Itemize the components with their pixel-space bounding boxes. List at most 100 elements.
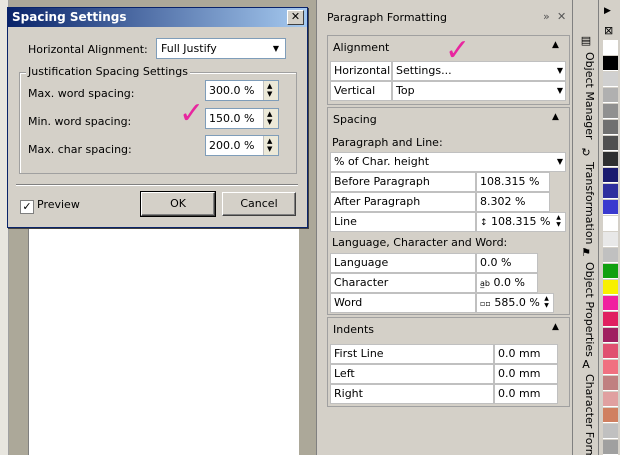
vertical-select[interactable]: Top ▼ <box>392 81 566 101</box>
chevron-down-icon[interactable]: ▼ <box>557 153 563 171</box>
double-chevron-icon[interactable]: » <box>543 10 550 23</box>
min-word-spacing-stepper[interactable]: ▲ ▼ <box>263 109 278 128</box>
color-swatch[interactable] <box>603 312 618 327</box>
annotation-check-icon: ✓ <box>445 33 471 68</box>
panel-title: Paragraph Formatting <box>327 11 447 24</box>
collapse-icon[interactable]: ▲ <box>552 40 559 50</box>
dialog-title: Spacing Settings <box>12 10 127 24</box>
annotation-check-icon: ✓ <box>179 96 205 131</box>
max-char-spacing-input[interactable]: 200.0 % ▲ ▼ <box>205 135 279 156</box>
line-input[interactable]: ↕ 108.315 % ▲ ▼ <box>476 212 566 232</box>
chevron-down-icon[interactable]: ▼ <box>268 40 284 57</box>
paragraph-formatting-docker: Paragraph Formatting » ✕ Alignment ▲ Hor… <box>316 0 573 455</box>
collapse-icon[interactable]: ▲ <box>552 112 559 122</box>
chevron-down-icon[interactable]: ▼ <box>557 82 563 100</box>
before-paragraph-input[interactable]: 108.315 % <box>476 172 550 192</box>
spacing-unit-select[interactable]: % of Char. height ▼ <box>330 152 566 172</box>
ok-button[interactable]: OK <box>140 191 216 217</box>
after-paragraph-label: After Paragraph <box>330 192 476 212</box>
color-swatch[interactable] <box>603 296 618 311</box>
character-spacing-icon: a̲b <box>480 279 490 288</box>
line-label: Line <box>330 212 476 232</box>
paragraph-line-label: Paragraph and Line: <box>332 136 443 149</box>
before-paragraph-label: Before Paragraph <box>330 172 476 192</box>
color-swatch[interactable] <box>603 360 618 375</box>
color-swatch[interactable] <box>603 72 618 87</box>
color-swatch[interactable] <box>603 424 618 439</box>
character-value: 0.0 % <box>493 276 525 289</box>
color-swatch[interactable] <box>603 136 618 151</box>
indents-header[interactable]: Indents ▲ <box>328 318 569 340</box>
color-swatch[interactable] <box>603 56 618 71</box>
justification-group-title: Justification Spacing Settings <box>26 65 190 78</box>
color-swatch[interactable] <box>603 184 618 199</box>
document-page <box>28 226 299 455</box>
word-spacing-icon: ▫▫ <box>480 299 491 308</box>
dialog-divider <box>16 184 298 186</box>
after-paragraph-input[interactable]: 8.302 % <box>476 192 550 212</box>
max-word-spacing-stepper[interactable]: ▲ ▼ <box>263 81 278 100</box>
color-swatch[interactable] <box>603 120 618 135</box>
first-line-value: 0.0 mm <box>498 347 541 360</box>
line-stepper[interactable]: ▲ ▼ <box>553 214 564 230</box>
close-icon[interactable]: ✕ <box>287 10 304 25</box>
word-input[interactable]: ▫▫ 585.0 % ▲ ▼ <box>476 293 554 313</box>
color-swatch[interactable] <box>603 408 618 423</box>
left-indent-label: Left <box>330 364 494 384</box>
docker-tabs: ▤ Object Manager ↻ Transformation ⚑ Obje… <box>572 0 599 455</box>
color-swatch[interactable] <box>603 344 618 359</box>
horizontal-alignment-value: Full Justify <box>161 42 217 55</box>
color-swatch[interactable] <box>603 248 618 263</box>
tab-character-formatting[interactable]: Character Formatting <box>576 374 596 455</box>
first-line-input[interactable]: 0.0 mm <box>494 344 558 364</box>
word-label: Word <box>330 293 476 313</box>
color-swatch[interactable] <box>603 40 618 55</box>
palette-scroll-up-icon[interactable]: ▶ <box>604 6 611 16</box>
first-line-label: First Line <box>330 344 494 364</box>
max-word-spacing-input[interactable]: 300.0 % ▲ ▼ <box>205 80 279 101</box>
line-spacing-icon: ↕ <box>480 218 488 228</box>
color-swatch[interactable] <box>603 392 618 407</box>
color-swatch[interactable] <box>603 152 618 167</box>
left-indent-input[interactable]: 0.0 mm <box>494 364 558 384</box>
dialog-title-bar[interactable]: Spacing Settings ✕ <box>8 8 307 27</box>
tab-object-properties[interactable]: Object Properties <box>576 262 596 357</box>
tab-object-manager[interactable]: Object Manager <box>576 52 596 140</box>
color-swatch[interactable] <box>603 88 618 103</box>
min-word-spacing-input[interactable]: 150.0 % ▲ ▼ <box>205 108 279 129</box>
cancel-button[interactable]: Cancel <box>222 192 296 216</box>
indents-header-label: Indents <box>333 323 374 336</box>
language-char-word-label: Language, Character and Word: <box>332 236 508 249</box>
collapse-icon[interactable]: ▲ <box>552 322 559 332</box>
color-swatch[interactable] <box>603 440 618 455</box>
preview-checkbox[interactable]: ✓ <box>20 200 34 214</box>
character-input[interactable]: a̲b 0.0 % <box>476 273 538 293</box>
color-swatch[interactable] <box>603 376 618 391</box>
horizontal-alignment-select[interactable]: Full Justify ▼ <box>156 38 286 59</box>
color-swatch[interactable] <box>603 200 618 215</box>
no-color-icon[interactable]: ⊠ <box>604 24 613 37</box>
horizontal-label: Horizontal <box>330 61 392 81</box>
close-icon[interactable]: ✕ <box>557 10 566 23</box>
max-char-spacing-stepper[interactable]: ▲ ▼ <box>263 136 278 155</box>
color-swatch[interactable] <box>603 280 618 295</box>
color-swatch[interactable] <box>603 328 618 343</box>
spacing-unit-value: % of Char. height <box>334 155 430 168</box>
color-swatch[interactable] <box>603 264 618 279</box>
color-swatch[interactable] <box>603 216 618 231</box>
language-input[interactable]: 0.0 % <box>476 253 538 273</box>
chevron-down-icon[interactable]: ▼ <box>557 62 563 80</box>
spacing-header[interactable]: Spacing ▲ <box>328 108 569 130</box>
color-palette: ▶ ⊠ <box>598 0 620 455</box>
language-label: Language <box>330 253 476 273</box>
max-char-spacing-value: 200.0 % <box>209 139 255 152</box>
word-stepper[interactable]: ▲ ▼ <box>541 295 552 311</box>
horizontal-select[interactable]: Settings... ▼ <box>392 61 566 81</box>
color-swatch[interactable] <box>603 104 618 119</box>
color-swatch[interactable] <box>603 232 618 247</box>
max-word-spacing-label: Max. word spacing: <box>28 87 135 100</box>
tab-transformation[interactable]: Transformation <box>576 162 596 245</box>
line-value: 108.315 % <box>491 215 551 228</box>
right-indent-input[interactable]: 0.0 mm <box>494 384 558 404</box>
color-swatch[interactable] <box>603 168 618 183</box>
